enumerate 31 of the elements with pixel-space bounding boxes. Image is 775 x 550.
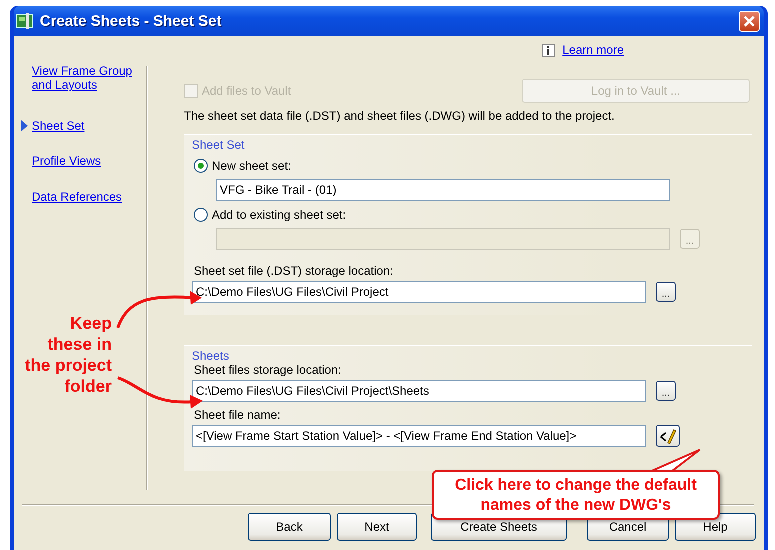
path-field[interactable]: C:\Demo Files\UG Files\Civil Project\Sheets <box>192 380 646 402</box>
dialog-button[interactable]: Back <box>248 513 331 541</box>
group-title: Sheets <box>192 349 230 363</box>
browse-button[interactable]: ... <box>656 282 676 302</box>
nav-link[interactable]: Data References <box>32 190 122 204</box>
pencil-icon <box>660 429 677 445</box>
close-icon <box>744 15 756 27</box>
group-title: Sheet Set <box>192 138 245 152</box>
browse-button[interactable]: ... <box>656 381 676 401</box>
name-editor-button[interactable] <box>656 425 680 447</box>
info-icon <box>542 44 555 56</box>
window-title: Create Sheets - Sheet Set <box>40 12 223 30</box>
close-button[interactable] <box>739 10 760 32</box>
nav-link[interactable]: View Frame Group and Layouts <box>32 64 142 92</box>
radio-label: Add to existing sheet set: <box>212 208 346 222</box>
radio-label: New sheet set: <box>212 159 292 173</box>
radio-button[interactable] <box>194 159 208 173</box>
learn-more-link[interactable]: Learn more <box>562 43 624 57</box>
radio-button[interactable] <box>194 208 208 222</box>
description-text: The sheet set data file (.DST) and sheet files (.DWG) will be added to the project. <box>184 109 616 123</box>
field-label: Sheet file name: <box>194 408 282 422</box>
nav-link[interactable]: Sheet Set <box>32 119 85 133</box>
field-label: Sheet set file (.DST) storage location: <box>194 264 394 278</box>
annotation-text: Keep these in the project folder <box>24 313 112 397</box>
app-icon <box>16 13 34 29</box>
nav-link[interactable]: Profile Views <box>32 154 102 168</box>
sheet-set-name-field[interactable]: VFG - Bike Trail - (01) <box>216 179 670 201</box>
path-field[interactable]: C:\Demo Files\UG Files\Civil Project <box>192 281 646 303</box>
file-name-field[interactable]: <[View Frame Start Station Value]> - <[View Frame End Station Value]> <box>192 425 646 447</box>
field-label: Sheet files storage location: <box>194 363 342 377</box>
dialog-button[interactable]: Next <box>337 513 417 541</box>
